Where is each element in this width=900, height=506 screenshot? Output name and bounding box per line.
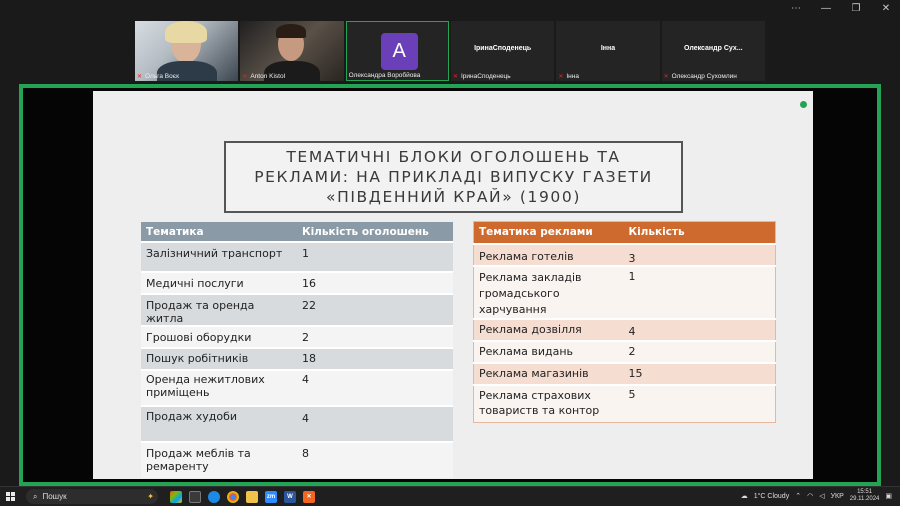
window-controls: ⋯ — ❐ ✕	[790, 3, 892, 14]
mic-muted-icon: ✕	[453, 73, 459, 80]
mic-muted-icon: ✕	[137, 73, 143, 80]
file-explorer-icon[interactable]	[246, 490, 258, 503]
slide-title-line: РЕКЛАМИ: НА ПРИКЛАДІ ВИПУСКУ ГАЗЕТИ	[254, 168, 653, 186]
table-cell: Оренда нежитлових приміщень	[141, 369, 297, 406]
table-header: Тематика реклами	[473, 221, 624, 244]
ads-topics-table: Тематика Кількість оголошень Залізничний…	[141, 222, 453, 478]
table-cell: 18	[297, 347, 453, 370]
restore-icon[interactable]: ❐	[850, 3, 862, 14]
table-cell: Грошові оборудки	[141, 325, 297, 348]
participant-name: ✕ Олександр Сухомлин	[663, 73, 737, 80]
participant-tile[interactable]: Iнна ✕ Iнна	[556, 21, 660, 81]
table-cell: 4	[297, 369, 453, 406]
participant-strip: ✕ Ольга Воєк ✕ Anton Kistol A Олександра В…	[135, 21, 765, 81]
participant-name: ✕ IринаСподенець	[453, 73, 511, 80]
mic-muted-icon: ✕	[663, 73, 669, 80]
speaker-icon[interactable]: ◁	[819, 492, 824, 500]
participant-tile[interactable]: ✕ Anton Kistol	[240, 21, 344, 81]
copilot-sparkle-icon: ✦	[147, 492, 154, 501]
table-cell: Реклама видань	[473, 339, 624, 363]
participant-tile[interactable]: ✕ Ольга Воєк	[135, 21, 239, 81]
app-icon[interactable]: ✕	[303, 490, 315, 503]
mic-muted-icon: ✕	[242, 73, 248, 80]
task-view-icon[interactable]	[189, 490, 201, 503]
taskbar-search-box[interactable]: ⌕ Пошук ✦	[26, 489, 158, 504]
participant-name: ✕ Iнна	[558, 73, 579, 80]
participant-name: ✕ Ольга Воєк	[137, 73, 179, 80]
weather-label[interactable]: 1°C Cloudy	[754, 493, 789, 500]
participant-tile[interactable]: Олександр Сух... ✕ Олександр Сухомлин	[661, 21, 765, 81]
table-cell: Реклама страхових товариств та контор	[473, 383, 624, 423]
clock-date: 29.11.2024	[849, 496, 880, 502]
table-cell: Медичні послуги	[141, 271, 297, 294]
slide-title: ТЕМАТИЧНІ БЛОКИ ОГОЛОШЕНЬ ТА РЕКЛАМИ: НА…	[224, 141, 683, 213]
table-cell: Реклама дозвілля	[473, 317, 624, 341]
wifi-icon[interactable]: ◠	[807, 492, 813, 500]
chevron-up-icon[interactable]: ⌃	[795, 492, 801, 500]
table-header: Кількість	[623, 221, 776, 244]
table-cell: Реклама готелів	[473, 242, 624, 266]
participant-tile-active-speaker[interactable]: A Олександра Воробйова	[345, 21, 449, 81]
clock-time: 15:51	[857, 489, 873, 495]
minimize-icon[interactable]: —	[820, 3, 832, 14]
share-indicator-dot	[800, 101, 807, 108]
mic-muted-icon: ✕	[558, 73, 564, 80]
table-cell: Залізничний транспорт	[141, 241, 297, 272]
table-cell: 2	[297, 325, 453, 348]
table-cell: 4	[623, 317, 776, 341]
table-cell: 2	[623, 339, 776, 363]
windows-start-icon[interactable]	[6, 491, 16, 502]
table-cell: Продаж та оренда житла	[141, 293, 297, 326]
slide-title-line: «ПІВДЕННИЙ КРАЙ» (1900)	[326, 188, 581, 206]
participant-name: ✕ Anton Kistol	[242, 73, 286, 80]
word-app-icon[interactable]: W	[284, 490, 296, 503]
table-cell: 22	[297, 293, 453, 326]
notifications-icon[interactable]: ▣	[885, 492, 892, 500]
close-icon[interactable]: ✕	[880, 3, 892, 14]
clock[interactable]: 15:51 29.11.2024	[850, 489, 880, 503]
participant-name: Олександра Воробйова	[348, 72, 421, 79]
table-cell: Продаж худоби	[141, 405, 297, 442]
language-indicator[interactable]: УКР	[831, 493, 844, 500]
zoom-meeting-window: ⋯ — ❐ ✕ ✕ Ольга Воєк ✕ Anton Kistol A Олек…	[0, 0, 900, 506]
table-cell: Реклама закладів громадського харчування	[473, 264, 624, 319]
presentation-slide: ТЕМАТИЧНІ БЛОКИ ОГОЛОШЕНЬ ТА РЕКЛАМИ: НА…	[93, 91, 813, 479]
search-label: Пошук	[42, 492, 67, 501]
table-cell: 5	[623, 383, 776, 423]
table-cell: Продаж меблів та ремаренту	[141, 441, 297, 478]
avatar: A	[380, 33, 418, 70]
table-cell: 16	[297, 271, 453, 294]
screen-share-area: ТЕМАТИЧНІ БЛОКИ ОГОЛОШЕНЬ ТА РЕКЛАМИ: НА…	[19, 84, 881, 486]
system-tray: ☁ 1°C Cloudy ⌃ ◠ ◁ УКР 15:51 29.11.2024 …	[741, 489, 892, 503]
windows-taskbar: ⌕ Пошук ✦ zm W ✕ ☁ 1°C Cloudy ⌃ ◠ ◁ УКР …	[0, 486, 900, 506]
more-icon[interactable]: ⋯	[790, 3, 802, 14]
table-cell: 3	[623, 242, 776, 266]
search-icon: ⌕	[33, 491, 38, 501]
chrome-browser-icon[interactable]	[227, 490, 239, 503]
slide-title-line: ТЕМАТИЧНІ БЛОКИ ОГОЛОШЕНЬ ТА	[286, 148, 621, 166]
copilot-app-icon[interactable]	[170, 490, 182, 503]
table-cell: Пошук робітників	[141, 347, 297, 370]
participant-display-name: Олександр Сух...	[684, 45, 743, 52]
table-cell: 1	[297, 241, 453, 272]
table-cell: Реклама магазинів	[473, 361, 624, 385]
table-cell: 15	[623, 361, 776, 385]
table-cell: 8	[297, 441, 453, 478]
cloud-weather-icon[interactable]: ☁	[741, 492, 748, 500]
participant-display-name: IринаСподенець	[474, 45, 532, 52]
advertising-topics-table: Тематика реклами Кількість Реклама готел…	[473, 221, 776, 423]
table-cell: 4	[297, 405, 453, 442]
table-header: Тематика	[141, 222, 297, 242]
taskbar-apps: zm W ✕	[170, 490, 315, 503]
participant-tile[interactable]: IринаСподенець ✕ IринаСподенець	[451, 21, 555, 81]
participant-display-name: Iнна	[600, 45, 616, 52]
table-header: Кількість оголошень	[297, 222, 453, 242]
table-cell: 1	[623, 264, 776, 319]
zoom-app-icon[interactable]: zm	[265, 490, 277, 503]
edge-browser-icon[interactable]	[208, 490, 220, 503]
